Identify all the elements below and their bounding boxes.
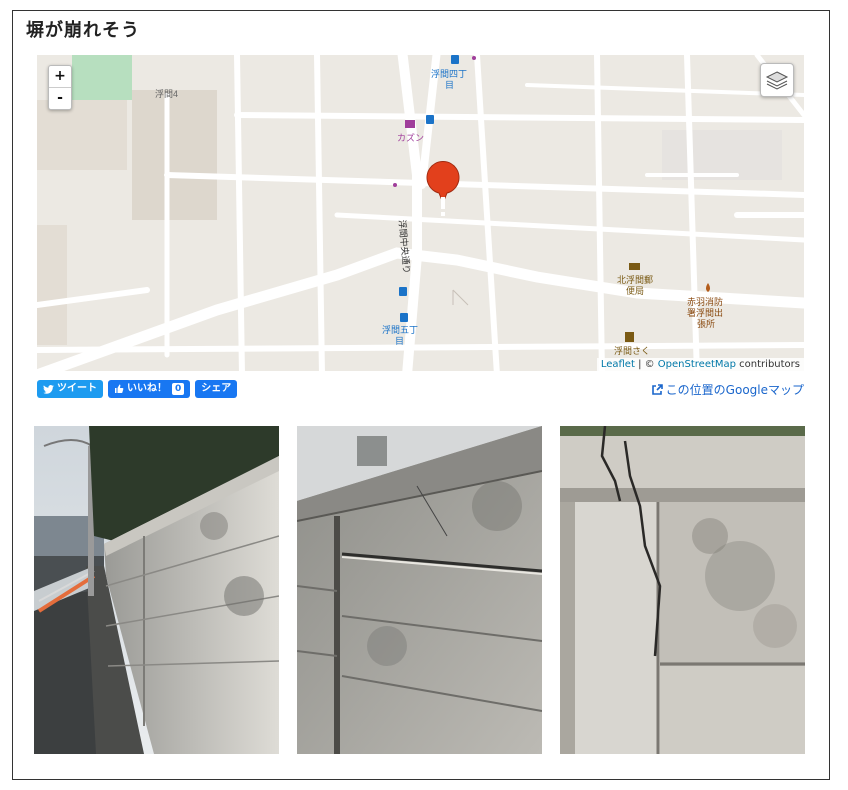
wall-photo-3[interactable]: [560, 426, 805, 754]
map-tiles: 浮間4 浮間四丁 目 カズン 北浮間郵 便局 赤羽消防 署浮間出 張所 浮間五丁…: [37, 55, 804, 371]
svg-text:張所: 張所: [697, 319, 715, 329]
google-map-link-label: この位置のGoogleマップ: [665, 383, 804, 397]
leaflet-link[interactable]: Leaflet: [601, 359, 635, 370]
svg-text:目: 目: [445, 80, 454, 90]
layers-button[interactable]: [760, 63, 794, 97]
wall-photo-2[interactable]: [297, 426, 542, 754]
zoom-out-button[interactable]: -: [49, 88, 71, 109]
zoom-in-button[interactable]: +: [49, 66, 71, 88]
social-buttons: ツイート いいね！ 0 シェア: [37, 380, 238, 398]
svg-text:浮間さく: 浮間さく: [614, 345, 650, 356]
like-label: いいね！: [127, 383, 167, 394]
svg-text:浮間五丁: 浮間五丁: [382, 324, 418, 335]
osm-link[interactable]: OpenStreetMap: [658, 359, 736, 370]
wall-photo-1[interactable]: [34, 426, 279, 754]
svg-text:目: 目: [395, 336, 404, 346]
like-button[interactable]: いいね！ 0: [108, 380, 191, 398]
svg-text:カズン: カズン: [397, 132, 424, 143]
wall-photo-1-image: [34, 426, 279, 754]
layers-icon: [765, 71, 789, 90]
map-view[interactable]: 浮間4 浮間四丁 目 カズン 北浮間郵 便局 赤羽消防 署浮間出 張所 浮間五丁…: [37, 55, 804, 371]
google-map-link[interactable]: この位置のGoogleマップ: [651, 381, 804, 398]
tweet-button[interactable]: ツイート: [37, 380, 103, 398]
attribution-suffix: contributors: [736, 359, 800, 370]
twitter-bird-icon: [43, 384, 54, 394]
page-title: 塀が崩れそう: [26, 20, 140, 41]
wall-photo-2-image: [297, 426, 542, 754]
wall-photo-3-image: [560, 426, 805, 754]
attribution-sep: | ©: [634, 359, 658, 370]
svg-text:北浮間郵: 北浮間郵: [617, 274, 653, 285]
svg-text:便局: 便局: [626, 285, 644, 296]
thumbs-up-icon: [115, 384, 124, 393]
map-label-area: 浮間4: [155, 88, 178, 99]
tweet-label: ツイート: [57, 383, 97, 394]
svg-text:赤羽消防: 赤羽消防: [687, 296, 723, 307]
share-button[interactable]: シェア: [195, 380, 238, 398]
map-attribution: Leaflet | © OpenStreetMap contributors: [596, 358, 804, 371]
svg-text:浮間四丁: 浮間四丁: [431, 68, 467, 79]
like-count: 0: [172, 383, 185, 395]
map-zoom-control: + -: [48, 65, 72, 110]
svg-text:署浮間出: 署浮間出: [687, 307, 723, 318]
external-link-icon: [651, 383, 663, 395]
